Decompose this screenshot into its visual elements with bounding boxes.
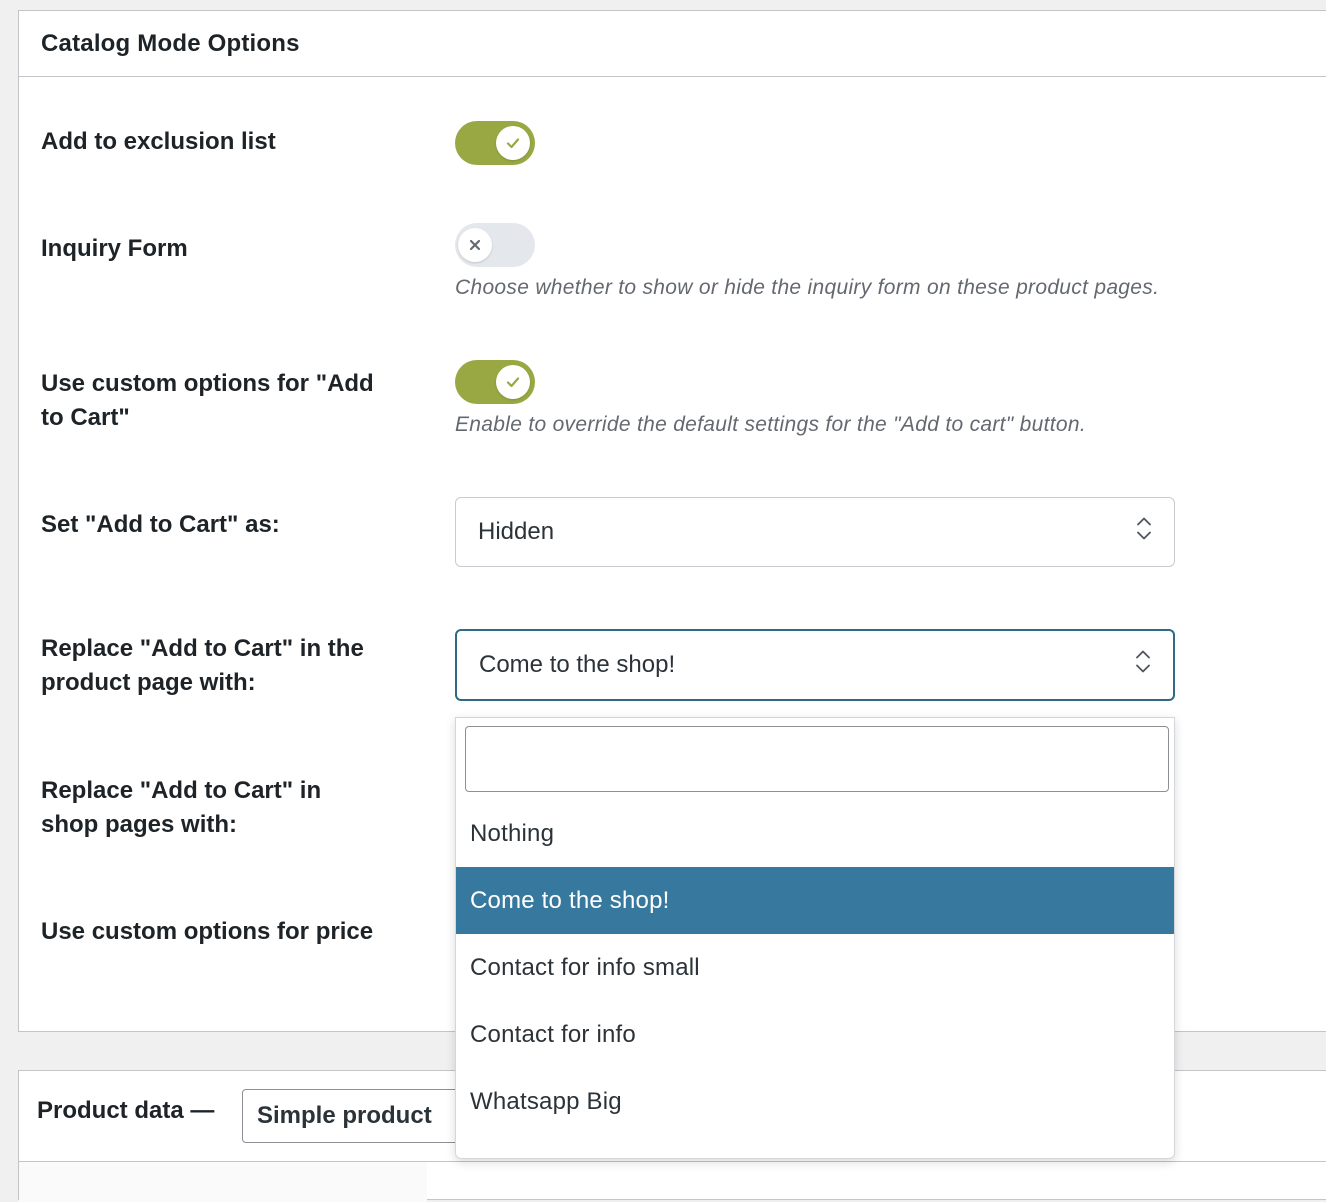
custom-cart-label: Use custom options for "Add to Cart" [41,370,374,431]
dropdown-option[interactable]: Nothing [456,800,1174,867]
inquiry-form-toggle[interactable] [455,223,535,267]
product-type-select[interactable]: Simple product [242,1089,482,1143]
updown-chevron-icon [1136,516,1152,549]
dropdown-option[interactable]: Whatsapp small [456,1135,1174,1159]
replace-product-select-value: Come to the shop! [479,651,676,678]
custom-cart-toggle[interactable] [455,360,535,404]
dropdown-option-selected[interactable]: Come to the shop! [456,867,1174,934]
dropdown-option[interactable]: Contact for info [456,1001,1174,1068]
inquiry-form-description: Choose whether to show or hide the inqui… [455,276,1160,299]
check-icon [496,365,530,399]
set-cart-select[interactable]: Hidden [455,497,1175,567]
updown-chevron-icon [1135,649,1151,682]
exclusion-label: Add to exclusion list [41,128,276,155]
check-icon [496,126,530,160]
set-cart-label: Set "Add to Cart" as: [41,511,280,538]
custom-price-label: Use custom options for price [41,918,374,945]
dropdown-options: Nothing Come to the shop! Contact for in… [456,800,1174,1159]
dropdown-search-input[interactable] [465,726,1169,792]
x-icon [458,228,492,262]
product-data-label: Product data — [37,1097,215,1124]
dropdown-option[interactable]: Contact for info small [456,934,1174,1001]
dropdown-option[interactable]: Whatsapp Big [456,1068,1174,1135]
inquiry-form-label: Inquiry Form [41,235,188,262]
panel-header: Catalog Mode Options [19,11,1326,77]
set-cart-select-value: Hidden [478,518,555,545]
replace-product-select[interactable]: Come to the shop! [455,629,1175,701]
replace-product-dropdown: Nothing Come to the shop! Contact for in… [455,717,1175,1159]
product-type-value: Simple product [257,1102,432,1129]
exclusion-toggle[interactable] [455,121,535,165]
product-data-tabs [19,1162,427,1202]
replace-product-label: Replace "Add to Cart" in the product pag… [41,635,364,696]
replace-shop-label: Replace "Add to Cart" in shop pages with… [41,777,322,838]
panel-title: Catalog Mode Options [41,29,300,57]
custom-cart-description: Enable to override the default settings … [455,413,1086,436]
